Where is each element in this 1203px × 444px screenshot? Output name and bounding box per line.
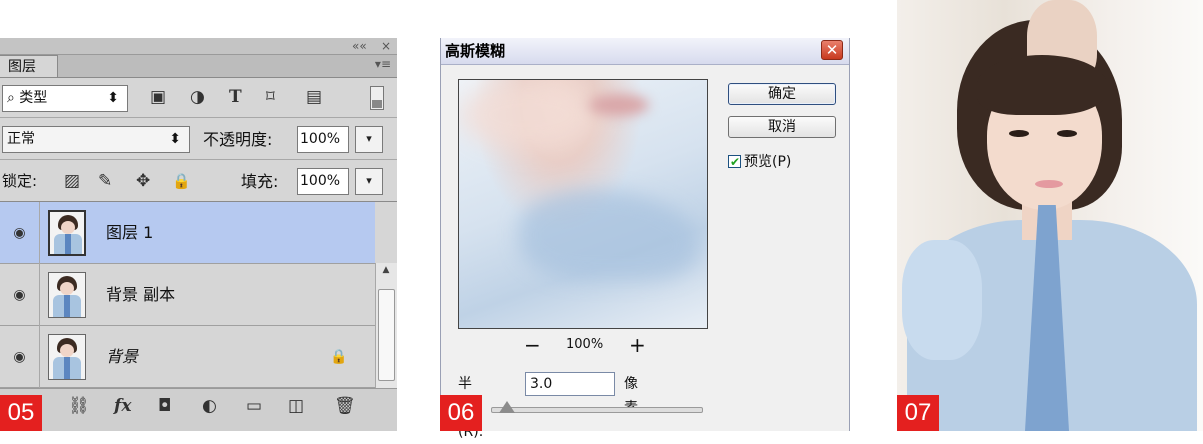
lock-row: 锁定: ▨ ✎ ✥ 🔒 填充: 100% ▾ <box>0 160 397 202</box>
dialog-title: 高斯模糊 <box>445 42 506 60</box>
new-adjustment-layer-icon[interactable]: ◐ <box>202 396 217 416</box>
search-icon: ⌕ <box>7 90 15 106</box>
lock-label: 锁定: <box>2 172 38 190</box>
tab-row: 图层 ▾≡ <box>0 55 397 78</box>
layer-style-fx-icon[interactable]: fx <box>114 396 131 416</box>
opacity-label: 不透明度: <box>203 130 273 149</box>
cancel-button[interactable]: 取消 <box>728 116 836 138</box>
fill-input[interactable]: 100% <box>297 168 349 195</box>
filter-type-label: 类型 <box>19 90 48 106</box>
opacity-dropdown-button[interactable]: ▾ <box>355 126 383 153</box>
lock-transparent-pixels-icon[interactable]: ▨ <box>64 167 80 195</box>
filter-toggle-switch[interactable] <box>370 86 384 110</box>
close-icon[interactable]: ✕ <box>821 40 843 60</box>
new-layer-icon[interactable]: ◫ <box>288 396 304 416</box>
check-icon: ✔ <box>730 155 741 169</box>
blur-preview-image[interactable] <box>458 79 708 329</box>
smart-object-filter-icon[interactable]: ▤ <box>306 83 322 111</box>
radius-input[interactable]: 3.0 <box>525 372 615 396</box>
layer-thumbnail <box>48 272 86 318</box>
opacity-input[interactable]: 100% <box>297 126 349 153</box>
blend-mode-value: 正常 <box>7 131 35 147</box>
link-layers-icon[interactable]: ⛓ <box>68 396 90 416</box>
dialog-title-bar: 高斯模糊 ✕ <box>441 38 849 65</box>
layer-thumbnail <box>48 334 86 380</box>
delete-layer-icon[interactable]: 🗑 <box>334 396 356 416</box>
select-arrows-icon: ⬍ <box>107 90 119 106</box>
panel-menu-icon[interactable]: ▾≡ <box>375 57 391 71</box>
tab-layers[interactable]: 图层 <box>0 55 58 77</box>
layer-locked-icon: 🔒 <box>330 349 348 365</box>
zoom-in-button[interactable]: + <box>629 334 646 356</box>
collapse-panel-icon[interactable]: «« <box>352 38 367 54</box>
layer-name[interactable]: 背景 <box>106 326 138 388</box>
pixel-layer-filter-icon[interactable]: ▣ <box>150 83 166 111</box>
gaussian-blur-dialog: 高斯模糊 ✕ − 100% + 确定 取消 ✔预览(P) 半径(R): 3.0 … <box>440 38 850 440</box>
new-group-icon[interactable]: ▭ <box>246 396 262 416</box>
layer-name[interactable]: 背景 副本 <box>106 264 175 326</box>
preview-checkbox[interactable]: ✔ 预览(P) <box>728 153 791 171</box>
layers-bottom-bar: ⛓ fx ◘ ◐ ▭ ◫ 🗑 <box>0 388 397 431</box>
fill-dropdown-button[interactable]: ▾ <box>355 168 383 195</box>
layer-row[interactable]: ◉ 背景 🔒 <box>0 326 375 388</box>
radius-slider-track[interactable] <box>491 407 703 413</box>
lock-position-icon[interactable]: ✥ <box>136 167 150 195</box>
eye-icon[interactable]: ◉ <box>0 326 40 388</box>
layer-thumbnail <box>48 210 86 256</box>
zoom-level: 100% <box>566 337 604 352</box>
adjustment-layer-filter-icon[interactable]: ◑ <box>190 83 205 111</box>
add-mask-icon[interactable]: ◘ <box>158 396 171 416</box>
zoom-bar: − 100% + <box>458 334 708 356</box>
scroll-up-arrow-icon[interactable]: ▲ <box>376 265 396 275</box>
step-badge: 06 <box>440 395 482 431</box>
radius-slider-thumb[interactable] <box>499 401 515 413</box>
layer-name[interactable]: 图层 1 <box>106 202 153 264</box>
scrollbar-thumb[interactable] <box>378 289 395 381</box>
layer-row-selected[interactable]: ◉ 图层 1 <box>0 202 375 264</box>
filter-row: ⌕ 类型 ⬍ ▣ ◑ T ⌑ ▤ <box>0 78 397 118</box>
eye-icon[interactable]: ◉ <box>0 202 40 264</box>
shape-layer-filter-icon[interactable]: ⌑ <box>266 83 275 111</box>
eye-icon[interactable]: ◉ <box>0 264 40 326</box>
zoom-out-button[interactable]: − <box>524 334 541 356</box>
close-panel-icon[interactable]: × <box>381 38 391 54</box>
step-badge: 07 <box>897 395 939 431</box>
select-arrows-icon: ⬍ <box>169 131 181 147</box>
blend-row: 正常 ⬍ 不透明度: 100% ▾ <box>0 118 397 160</box>
type-layer-filter-icon[interactable]: T <box>229 83 242 111</box>
filter-type-select[interactable]: ⌕ 类型 ⬍ <box>2 85 128 112</box>
ok-button[interactable]: 确定 <box>728 83 836 105</box>
fill-label: 填充: <box>241 172 279 191</box>
layer-row[interactable]: ◉ 背景 副本 <box>0 264 375 326</box>
lock-image-pixels-icon[interactable]: ✎ <box>98 167 112 195</box>
blend-mode-select[interactable]: 正常 ⬍ <box>2 126 190 153</box>
step-badge: 05 <box>0 395 42 431</box>
result-photo <box>897 0 1203 431</box>
panel-title-strip: «« × <box>0 38 397 55</box>
lock-all-icon[interactable]: 🔒 <box>172 167 191 195</box>
layers-panel: «« × 图层 ▾≡ ⌕ 类型 ⬍ ▣ ◑ T ⌑ ▤ 正常 ⬍ 不透明度: 1… <box>0 38 397 431</box>
preview-label: 预览(P) <box>744 154 792 170</box>
